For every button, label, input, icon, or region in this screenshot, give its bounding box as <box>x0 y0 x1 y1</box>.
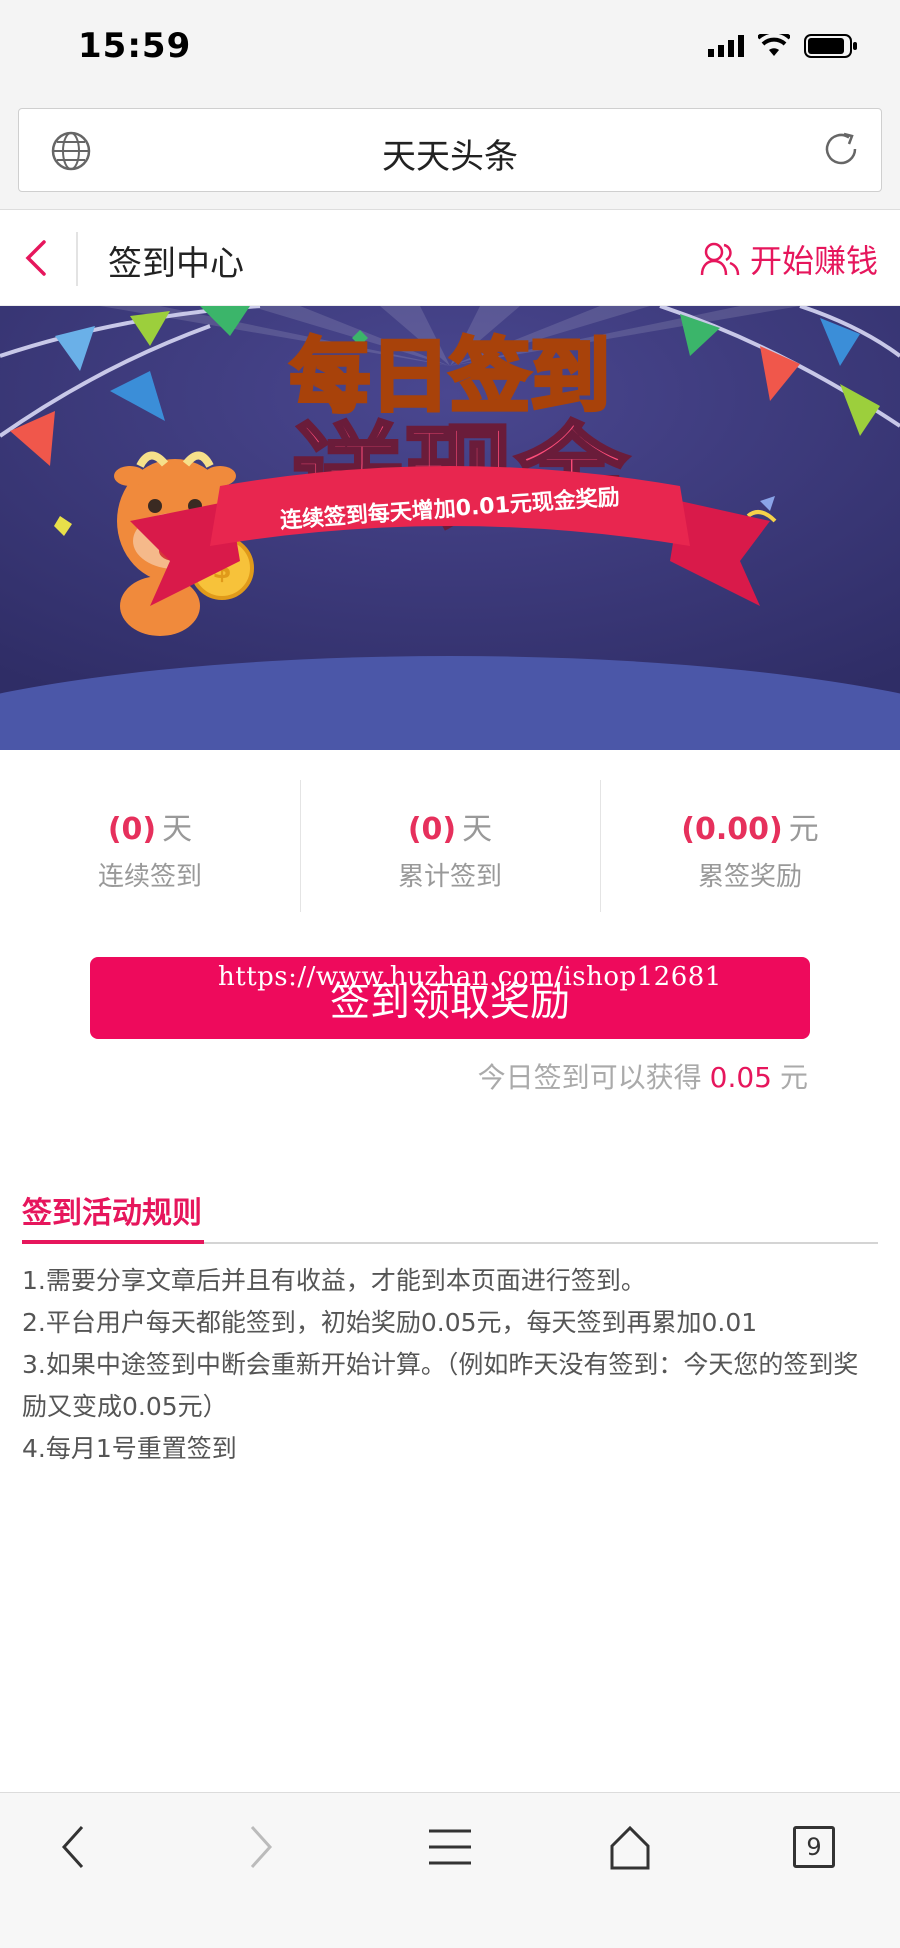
stat-value: (0) <box>107 812 157 847</box>
tab-count: 9 <box>793 1826 835 1868</box>
stat-label: 连续签到 <box>97 862 202 892</box>
forward-nav-button[interactable] <box>230 1817 290 1877</box>
wifi-icon <box>758 34 790 56</box>
rule-item: 2.平台用户每天都能签到，初始奖励0.05元，每天签到再累加0.01 <box>22 1308 758 1337</box>
stat-cumulative: (0) 天 累计签到 <box>300 780 600 912</box>
start-earning-button[interactable]: 开始赚钱 <box>700 236 878 282</box>
rules-list: 1.需要分享文章后并且有收益，才能到本页面进行签到。 2.平台用户每天都能签到，… <box>22 1260 862 1470</box>
rule-item: 3.如果中途签到中断会重新开始计算。（例如昨天没有签到：今天您的签到奖励又变成0… <box>22 1350 859 1421</box>
status-bar: 15:59 <box>0 0 900 98</box>
home-button[interactable] <box>600 1817 660 1877</box>
arrow-right-icon <box>250 1825 273 1869</box>
watermark-text: https://www.huzhan.com/ishop12681 <box>218 962 722 992</box>
header-divider <box>76 232 78 286</box>
daily-signin-banner: $ 每日签到 送现金 连续签到每天增加0.01元现金奖励 <box>0 306 900 750</box>
stat-reward-total: (0.00) 元 累签奖励 <box>600 780 900 912</box>
arrow-left-icon <box>61 1825 84 1869</box>
menu-icon <box>429 1829 471 1865</box>
battery-icon <box>804 34 857 58</box>
status-time: 15:59 <box>78 26 192 66</box>
rule-item: 1.需要分享文章后并且有收益，才能到本页面进行签到。 <box>22 1266 646 1295</box>
stat-consecutive: (0) 天 连续签到 <box>0 780 300 912</box>
signin-stats: (0) 天 连续签到 (0) 天 累计签到 (0.00) 元 累签奖励 <box>0 780 900 912</box>
users-icon <box>700 242 740 276</box>
page-title: 签到中心 <box>108 244 244 284</box>
url-title: 天天头条 <box>382 137 518 177</box>
browser-address-bar: 天天头条 <box>0 98 900 210</box>
url-box[interactable]: 天天头条 <box>18 108 882 192</box>
reward-prefix: 今日签到可以获得 <box>477 1061 702 1094</box>
stat-unit: 元 <box>788 812 819 847</box>
back-nav-button[interactable] <box>44 1817 104 1877</box>
status-icons <box>708 34 858 58</box>
stat-value: (0.00) <box>681 812 783 847</box>
stat-unit: 天 <box>462 812 493 847</box>
stat-value: (0) <box>407 812 457 847</box>
tabs-button[interactable]: 9 <box>784 1817 844 1877</box>
reload-icon[interactable] <box>819 127 863 171</box>
reward-unit: 元 <box>779 1061 808 1094</box>
browser-toolbar: 9 <box>0 1792 900 1948</box>
signal-icon <box>708 35 744 57</box>
rule-item: 4.每月1号重置签到 <box>22 1434 237 1463</box>
rules-header: 签到活动规则 <box>22 1188 878 1244</box>
back-icon[interactable] <box>14 232 62 284</box>
home-icon <box>610 1825 650 1870</box>
stat-unit: 天 <box>162 812 193 847</box>
rules-title: 签到活动规则 <box>22 1188 204 1244</box>
menu-button[interactable] <box>420 1817 480 1877</box>
stat-label: 累签奖励 <box>697 862 802 892</box>
page-header: 签到中心 开始赚钱 <box>0 210 900 306</box>
stat-label: 累计签到 <box>397 862 502 892</box>
banner-headline-top: 每日签到 <box>290 330 610 423</box>
today-reward-line: 今日签到可以获得 0.05 元 <box>478 1056 808 1096</box>
start-earning-label: 开始赚钱 <box>749 242 878 280</box>
reward-amount: 0.05 <box>709 1061 772 1094</box>
